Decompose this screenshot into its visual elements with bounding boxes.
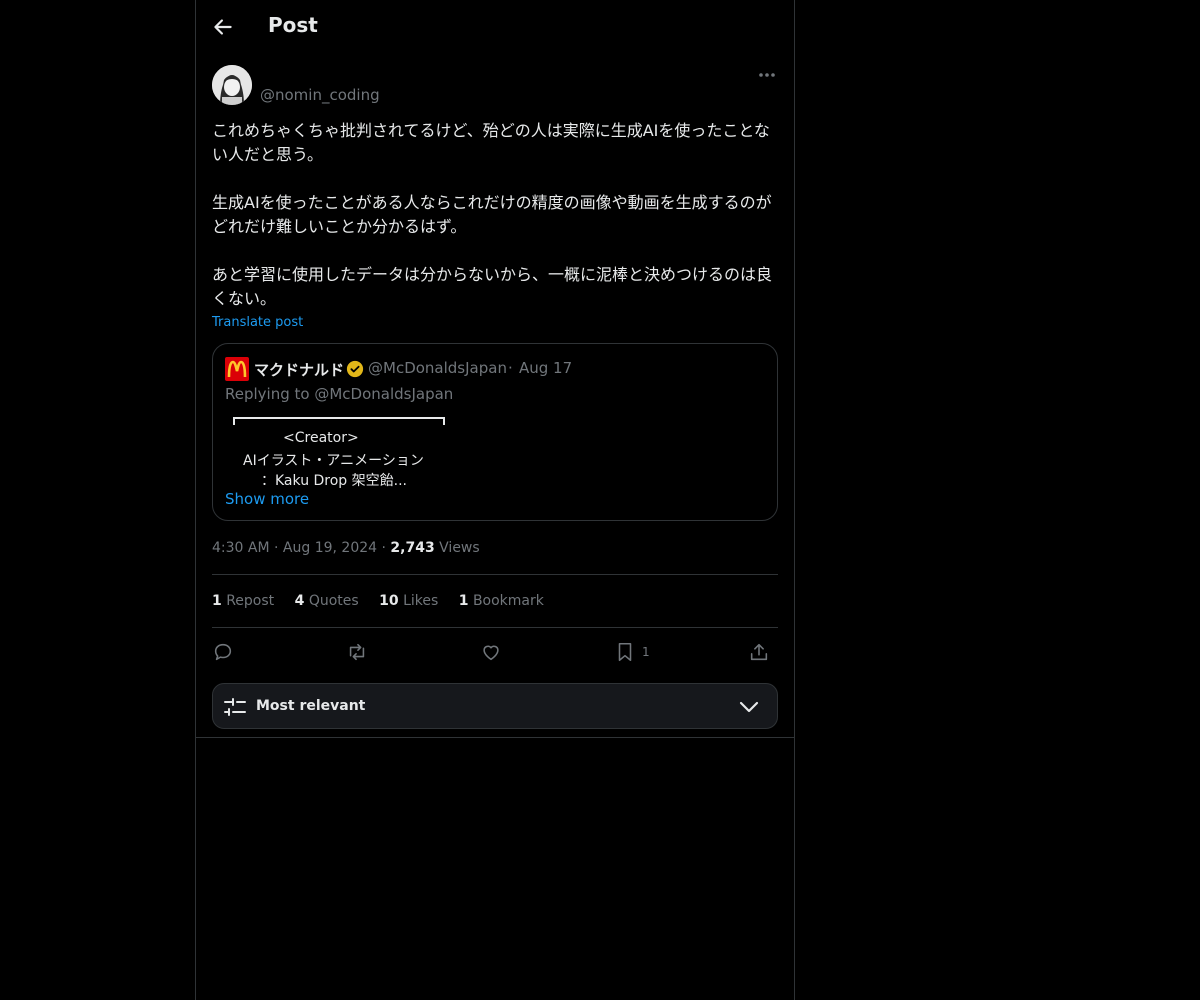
quoted-text-line: <Creator>: [283, 430, 359, 446]
sliders-icon: [224, 698, 246, 716]
back-button[interactable]: [210, 14, 236, 40]
post-time[interactable]: 4:30 AM: [212, 540, 270, 556]
engagement-stats: 1 Repost 4 Quotes 10 Likes 1 Bookmark: [212, 593, 560, 609]
post-date[interactable]: Aug 19, 2024: [283, 540, 377, 556]
quoted-text-line: AIイラスト・アニメーション: [243, 453, 424, 469]
post-column: Post @nomin_coding これめちゃくちゃ批判されてるけど、殆どの人…: [195, 0, 795, 1000]
bookmark-icon: [618, 642, 632, 662]
page-title: Post: [268, 13, 318, 37]
reposts-stat[interactable]: 1 Repost: [212, 593, 274, 609]
translate-post-link[interactable]: Translate post: [212, 315, 303, 330]
more-horizontal-icon: [759, 73, 775, 77]
verified-badge-icon: [346, 360, 364, 378]
show-more-link[interactable]: Show more: [225, 490, 309, 508]
views-label: Views: [439, 540, 480, 556]
share-icon: [750, 643, 768, 661]
avatar-illustration-icon: [212, 65, 252, 105]
bookmark-count: 1: [642, 645, 650, 659]
avatar[interactable]: [212, 65, 252, 105]
divider: [212, 574, 778, 575]
more-options-button[interactable]: [756, 65, 778, 85]
share-button[interactable]: [748, 638, 770, 666]
post-text: これめちゃくちゃ批判されてるけど、殆どの人は実際に生成AIを使ったことない人だと…: [212, 121, 773, 308]
quoted-post[interactable]: マクドナルド @McDonaldsJapan · Aug 17 Replying…: [212, 343, 778, 521]
views-count: 2,743: [390, 540, 435, 556]
likes-stat[interactable]: 10 Likes: [379, 593, 438, 609]
divider: [212, 627, 778, 628]
quotes-stat[interactable]: 4 Quotes: [295, 593, 359, 609]
bookmarks-stat[interactable]: 1 Bookmark: [459, 593, 544, 609]
chevron-down-icon: [739, 701, 759, 713]
post-header: Post: [196, 0, 794, 54]
divider: [196, 737, 794, 738]
author-handle[interactable]: @nomin_coding: [260, 86, 380, 104]
author-row: @nomin_coding: [212, 65, 778, 107]
heart-icon: [483, 645, 499, 661]
action-bar: 1: [212, 638, 778, 666]
quoted-date: Aug 17: [519, 359, 573, 377]
like-button[interactable]: [480, 638, 502, 666]
quoted-author-handle: @McDonaldsJapan: [368, 359, 507, 377]
repost-icon: [349, 643, 365, 661]
quoted-text-line: ：Kaku Drop 架空飴...: [261, 473, 407, 489]
arrow-left-icon: [214, 19, 232, 35]
repost-button[interactable]: [346, 638, 368, 666]
reply-button[interactable]: [212, 638, 234, 666]
separator-dot: ·: [381, 540, 386, 556]
replying-to: Replying to @McDonaldsJapan: [225, 385, 454, 403]
bookmark-button[interactable]: 1: [614, 638, 650, 666]
separator-dot: ·: [508, 359, 513, 377]
reply-icon: [214, 643, 232, 661]
sort-label: Most relevant: [256, 698, 366, 714]
post-meta: 4:30 AM · Aug 19, 2024 · 2,743 Views: [212, 540, 480, 556]
quoted-author-name: マクドナルド: [254, 361, 345, 379]
mcdonalds-logo-icon: [225, 357, 249, 381]
bracket-decoration: [233, 417, 445, 425]
separator-dot: ·: [274, 540, 279, 556]
reply-sort-dropdown[interactable]: Most relevant: [212, 683, 778, 729]
